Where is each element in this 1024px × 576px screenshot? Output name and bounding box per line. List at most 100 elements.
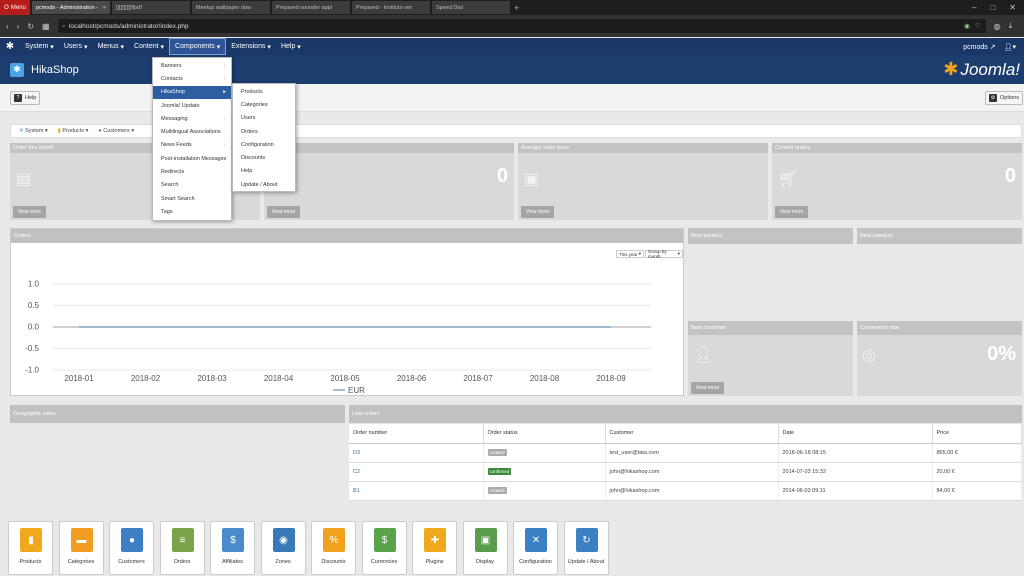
submenu-item-help[interactable]: Help: [233, 165, 295, 178]
vpn-icon[interactable]: ◉: [964, 22, 970, 30]
submenu-item-update-about[interactable]: Update / About: [233, 178, 295, 191]
submenu-item-configuration[interactable]: Configuration: [233, 138, 295, 151]
dock-zones[interactable]: ◉ Zones: [260, 521, 306, 575]
view-more-button[interactable]: View more: [775, 206, 808, 218]
bookmark-heart-icon[interactable]: ♡: [975, 22, 981, 30]
dock-products[interactable]: ▮ Products: [8, 521, 53, 575]
menu-item-smart-search[interactable]: Smart Search: [153, 192, 231, 205]
date-cell: 2018-06-18 08:15: [778, 443, 933, 463]
configuration-icon: ✕: [525, 528, 547, 552]
menu-help[interactable]: Help ▾: [276, 38, 306, 55]
hika-nav-products[interactable]: ▮ Products ▾: [58, 128, 89, 134]
browser-tab[interactable]: Prepared - Instituto ver: [352, 1, 430, 14]
view-more-button[interactable]: View more: [521, 206, 554, 218]
speed-dial-icon[interactable]: ▦: [42, 22, 50, 31]
close-icon[interactable]: ×: [103, 5, 106, 11]
orders-count-tile: 0 View more: [264, 143, 514, 220]
dock-update-about[interactable]: ↻ Update / About: [563, 521, 609, 575]
x-tick-label: 2018-01: [64, 374, 94, 383]
dock-currencies[interactable]: $ Currencies: [361, 521, 407, 575]
dock-plugins[interactable]: ✚ Plugins: [412, 521, 457, 575]
average-order-price-tile: Average order price ▣ View more: [518, 143, 768, 220]
browser-tab[interactable]: Speed Dial: [432, 1, 510, 14]
money-icon: ▣: [524, 171, 540, 188]
customer-cell: john@hikashop.com: [605, 462, 779, 482]
order-number-link[interactable]: C2: [349, 462, 484, 482]
joomla-logo-icon[interactable]: ✱: [0, 41, 20, 52]
minimize-icon[interactable]: –: [972, 3, 976, 12]
view-more-button[interactable]: View more: [13, 206, 46, 218]
x-tick-label: 2018-05: [330, 374, 360, 383]
browser-tab[interactable]: [][][][][]ffpdf: [112, 1, 190, 14]
browser-tab[interactable]: pcmods - Administration - ×: [32, 1, 110, 14]
x-tick-label: 2018-09: [596, 374, 626, 383]
browser-tab[interactable]: Prepared sounder appl: [272, 1, 350, 14]
wrench-icon: ✕: [19, 128, 24, 134]
extension-icon[interactable]: ◍: [994, 22, 1001, 31]
browser-menu-button[interactable]: O Menu: [0, 0, 30, 15]
new-tab-icon[interactable]: +: [514, 3, 519, 13]
menu-item-messaging[interactable]: Messaging ›: [153, 112, 231, 125]
y-tick-label: 1.0: [28, 280, 40, 289]
site-link[interactable]: pcmods ↗: [963, 43, 995, 51]
maximize-icon[interactable]: □: [990, 3, 995, 12]
table-row[interactable]: D3 created test_user@tata.com 2018-06-18…: [349, 443, 1022, 463]
table-row[interactable]: B1 created john@hikashop.com 2014-06-03 …: [349, 481, 1022, 501]
discounts-icon: %: [323, 528, 345, 552]
dock-configuration[interactable]: ✕ Configuration: [513, 521, 558, 575]
submenu-item-users[interactable]: Users: [233, 112, 295, 125]
menu-item-redirects[interactable]: Redirects: [153, 165, 231, 178]
view-more-button[interactable]: View more: [267, 206, 300, 218]
menu-components[interactable]: Components ▾: [169, 38, 227, 55]
column-header: Price: [932, 424, 1022, 444]
customer-cell: test_user@tata.com: [605, 443, 779, 463]
menu-item-news-feeds[interactable]: News Feeds ›: [153, 139, 231, 152]
submenu-item-discounts[interactable]: Discounts: [233, 151, 295, 164]
options-button[interactable]: ⚙ Options: [985, 91, 1023, 105]
dock-label: Affiliates: [222, 559, 243, 565]
orders-icon: ≡: [171, 528, 194, 552]
submenu-item-products[interactable]: Products: [233, 85, 295, 98]
browser-tab[interactable]: Meetup wallpaper dow: [192, 1, 270, 14]
menu-system[interactable]: System ▾: [20, 38, 59, 55]
page-icon: ▫: [62, 22, 65, 30]
hika-nav-customers[interactable]: ● Customers ▾: [98, 128, 134, 134]
back-icon[interactable]: ‹: [6, 22, 9, 31]
menu-users[interactable]: Users ▾: [59, 38, 93, 55]
menu-item-contacts[interactable]: Contacts ›: [153, 72, 231, 85]
dock-display[interactable]: ▣ Display: [462, 521, 508, 575]
date-cell: 2014-07-03 15:32: [778, 462, 933, 482]
y-tick-label: -0.5: [25, 344, 39, 353]
menu-menus[interactable]: Menus ▾: [93, 38, 129, 55]
help-button[interactable]: ? Help: [10, 91, 41, 105]
menu-item-banners[interactable]: Banners ›: [153, 59, 231, 72]
hikashop-icon: ✱: [10, 62, 24, 77]
dock-customers[interactable]: ● Customers: [109, 521, 154, 575]
dock-orders[interactable]: ≡ Orders: [159, 521, 205, 575]
menu-item-search[interactable]: Search: [153, 179, 231, 192]
user-icon[interactable]: 👤︎▾: [1004, 43, 1016, 51]
menu-extensions[interactable]: Extensions ▾: [226, 38, 276, 55]
menu-item-hikashop[interactable]: HikaShop ▸: [153, 85, 231, 99]
hika-nav-system[interactable]: ✕ System ▾: [19, 128, 48, 134]
download-icon[interactable]: ⤓: [1009, 21, 1013, 31]
dock-categories[interactable]: ▬ Categories: [58, 521, 104, 575]
order-number-link[interactable]: D3: [349, 443, 484, 463]
table-row[interactable]: C2 confirmed john@hikashop.com 2014-07-0…: [349, 462, 1022, 482]
menu-item-tags[interactable]: Tags: [153, 205, 231, 218]
submenu-item-categories[interactable]: Categories: [233, 98, 295, 111]
forward-icon[interactable]: ›: [17, 22, 20, 31]
menu-item-multilingual-associations[interactable]: Multilingual Associations: [153, 125, 231, 138]
order-number-link[interactable]: B1: [349, 481, 484, 501]
url-field[interactable]: ▫ localhost/pcmods/administrator/index.p…: [57, 19, 986, 33]
view-more-button[interactable]: View more: [691, 382, 724, 394]
menu-item-post-installation-messages[interactable]: Post-installation Messages: [153, 152, 231, 165]
x-tick-label: 2018-02: [131, 374, 161, 383]
menu-item-joomla-update[interactable]: Joomla! Update: [153, 99, 231, 112]
window-close-icon[interactable]: ✕: [1009, 3, 1016, 12]
menu-content[interactable]: Content ▾: [129, 38, 169, 55]
dock-affiliates[interactable]: $ Affiliates: [210, 521, 255, 575]
reload-icon[interactable]: ↻: [27, 22, 34, 31]
submenu-item-orders[interactable]: Orders: [233, 125, 295, 138]
dock-discounts[interactable]: % Discounts: [311, 521, 356, 575]
